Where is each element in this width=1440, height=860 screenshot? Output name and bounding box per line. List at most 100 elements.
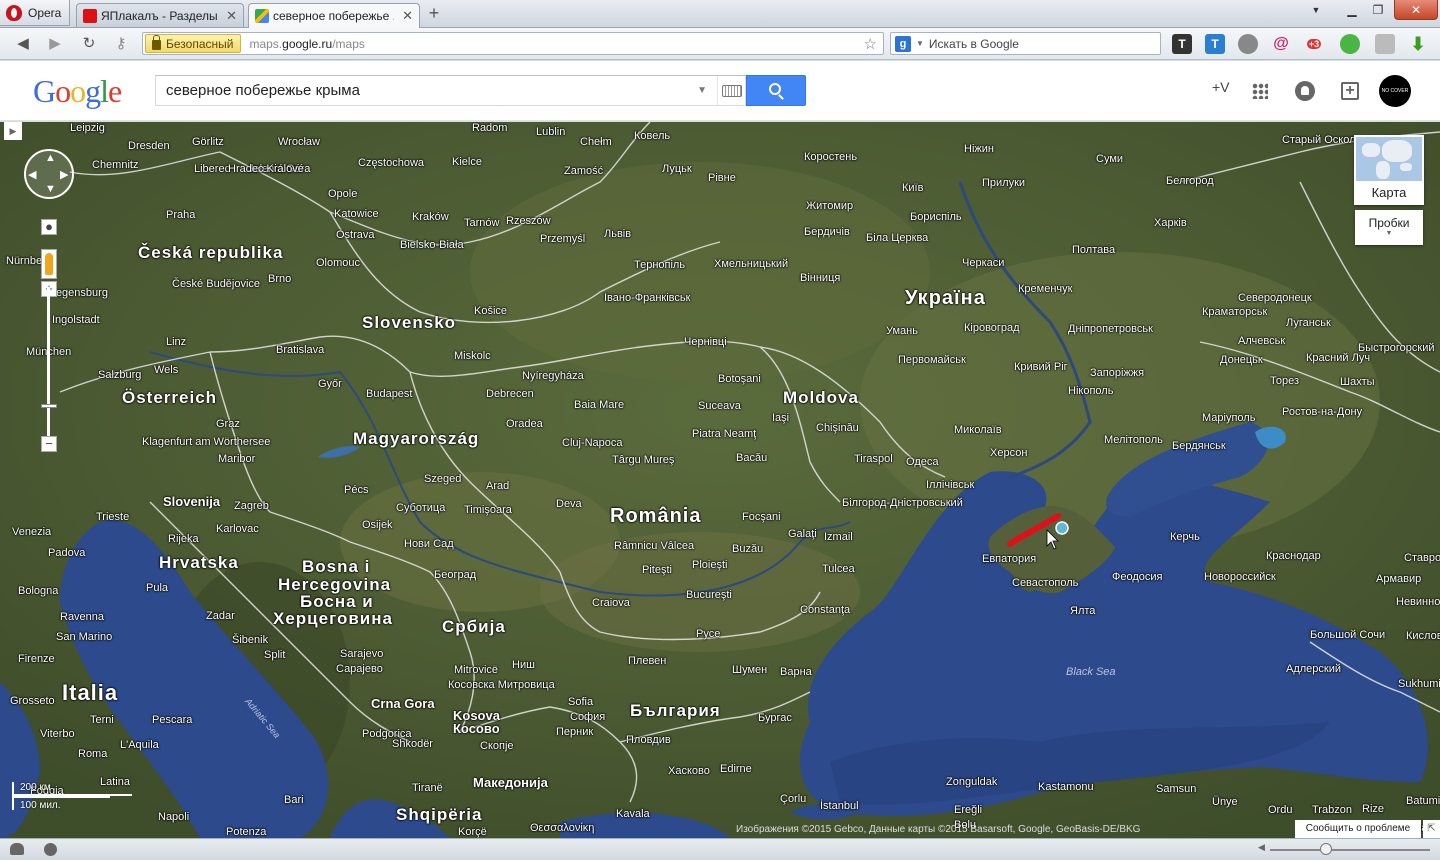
avatar[interactable]: NO COVER (1379, 75, 1411, 107)
browser-search-field[interactable]: g ▼ Искать в Google (890, 32, 1161, 55)
city-label: Iaşi (772, 412, 790, 424)
tab-google-maps[interactable]: северное побережье ... ✕ (248, 3, 420, 28)
google-maps-favicon-icon (255, 9, 269, 23)
city-label: Bucureşti (686, 589, 732, 601)
city-label: Новороссийск (1204, 571, 1276, 583)
google-search-engine-icon[interactable]: g (895, 35, 911, 52)
back-arrow-icon[interactable]: ◀ (12, 34, 34, 54)
extension-t-blue-icon[interactable]: T (1205, 34, 1225, 54)
weather-extension-icon[interactable]: +3 (1304, 34, 1324, 54)
download-arrow-icon[interactable]: ⬇ (1408, 34, 1428, 54)
envelope-extension-icon[interactable] (1375, 34, 1395, 54)
city-label: Shkodër (392, 738, 433, 750)
country-label: Косово (453, 721, 500, 736)
city-label: Тернопіль (634, 259, 686, 271)
mail-extension-icon[interactable]: @ (1271, 34, 1291, 54)
city-label: Râmnicu Vâlcea (614, 540, 695, 552)
city-label: Pécs (344, 484, 369, 496)
tab-list-chevron-icon[interactable]: ▼ (1302, 0, 1330, 20)
report-problem-link[interactable]: Сообщить о проблеме (1295, 820, 1421, 838)
city-label: Oradea (506, 418, 543, 430)
pan-control[interactable]: ▲ ▼ ◀ ▶ (24, 149, 74, 199)
city-label: Суми (1096, 153, 1124, 165)
city-label: Дніпропетровськ (1068, 323, 1153, 335)
cloud-icon[interactable] (10, 843, 24, 855)
city-label: Рівне (708, 172, 736, 184)
city-label: Вінниця (800, 272, 841, 284)
close-window-button[interactable]: ✕ (1394, 0, 1438, 20)
logo-letter: o (70, 73, 86, 109)
expand-panel-button[interactable]: ▶ (4, 122, 22, 140)
city-label: Коростень (804, 151, 858, 163)
security-badge[interactable]: Безопасный (145, 34, 242, 53)
city-label: Dresden (128, 140, 170, 152)
notifications-bell-icon[interactable] (1295, 81, 1315, 101)
city-label: Çorlu (780, 793, 807, 805)
bookmark-star-icon[interactable]: ☆ (864, 35, 877, 53)
city-label: Ниш (512, 659, 535, 671)
map-layer-toggle[interactable]: Карта (1354, 135, 1424, 205)
address-field[interactable]: Безопасный maps.google.ru/maps ☆ (142, 32, 884, 55)
zoom-slider-track[interactable] (47, 287, 50, 439)
city-label: Херсон (990, 447, 1028, 459)
city-label: Северодонецк (1238, 292, 1312, 304)
zoom-out-arrow-icon[interactable]: ◀ (1258, 842, 1265, 853)
page-zoom-slider[interactable] (1270, 849, 1430, 851)
search-query-text[interactable]: северное побережье крыма (156, 82, 697, 99)
maps-search-input[interactable]: северное побережье крыма ▼ (155, 75, 746, 106)
fullscreen-corner-icon[interactable]: ⇱ (1423, 820, 1440, 838)
city-label: Padova (48, 547, 86, 559)
extension-t-dark-icon[interactable]: T (1172, 34, 1192, 54)
google-logo[interactable]: Google (33, 73, 122, 110)
minimize-window-button[interactable]: ▁ (1338, 0, 1366, 20)
city-label: Полтава (1072, 244, 1116, 256)
city-label: Suceava (698, 400, 741, 412)
reload-icon[interactable]: ↻ (78, 34, 100, 54)
search-button[interactable] (746, 75, 806, 106)
city-label: Leipzig (70, 122, 105, 134)
opera-menu-button[interactable]: Opera (0, 0, 70, 26)
country-label: Македонија (473, 775, 548, 790)
extension-ball-icon[interactable] (1238, 34, 1258, 54)
city-label: Szeged (424, 473, 462, 485)
city-label: Galaţi (788, 528, 817, 540)
country-label: Česká republika (138, 243, 284, 262)
city-label: Split (264, 649, 286, 661)
compass-reset-button[interactable]: ● (41, 219, 57, 235)
city-label: Viterbo (40, 728, 75, 740)
city-label: Sukhumi (1398, 678, 1440, 690)
city-label: Edirne (720, 763, 752, 775)
new-tab-button[interactable]: + (424, 4, 444, 24)
keyboard-icon[interactable] (717, 76, 745, 105)
city-label: Timişoara (464, 504, 512, 516)
close-tab-icon[interactable]: ✕ (226, 8, 237, 24)
map-canvas[interactable]: Česká republika Slovensko Österreich Mag… (0, 122, 1440, 838)
forward-arrow-icon[interactable]: ▶ (44, 34, 66, 54)
share-plus-icon[interactable]: + (1341, 82, 1359, 100)
tab-yaplakal[interactable]: ЯПлакалъ - Разделы -... ✕ (76, 3, 244, 27)
apps-grid-icon[interactable] (1252, 83, 1268, 99)
city-label: Θεσσαλονίκη (530, 822, 595, 834)
engine-dropdown-icon[interactable]: ▼ (916, 39, 924, 48)
restore-window-button[interactable]: ❐ (1364, 0, 1392, 20)
city-label: Ялта (1070, 605, 1096, 617)
city-label: Olomouc (316, 257, 361, 269)
street-view-pegman-icon[interactable] (41, 249, 57, 279)
city-label: Сарајево (336, 663, 383, 675)
zoom-out-button[interactable]: − (41, 436, 57, 452)
plus-profile-link[interactable]: +V (1212, 79, 1230, 95)
key-icon[interactable]: ⚷ (110, 34, 132, 54)
city-label: Zamość (564, 165, 604, 177)
opera-menu-label: Opera (28, 5, 62, 20)
zoom-slider-knob[interactable] (1320, 843, 1332, 855)
green-extension-icon[interactable] (1340, 34, 1360, 54)
close-tab-icon[interactable]: ✕ (402, 8, 413, 24)
city-label: Старый Оскол (1282, 134, 1356, 146)
zoom-slider-handle[interactable] (41, 404, 57, 408)
turbo-icon[interactable] (44, 843, 57, 856)
city-label: Шумен (732, 664, 768, 676)
opera-logo-icon (6, 4, 22, 21)
search-dropdown-icon[interactable]: ▼ (697, 85, 707, 96)
city-label: Адлерский (1286, 663, 1342, 675)
traffic-layer-button[interactable]: Пробки ▼ (1355, 210, 1423, 245)
